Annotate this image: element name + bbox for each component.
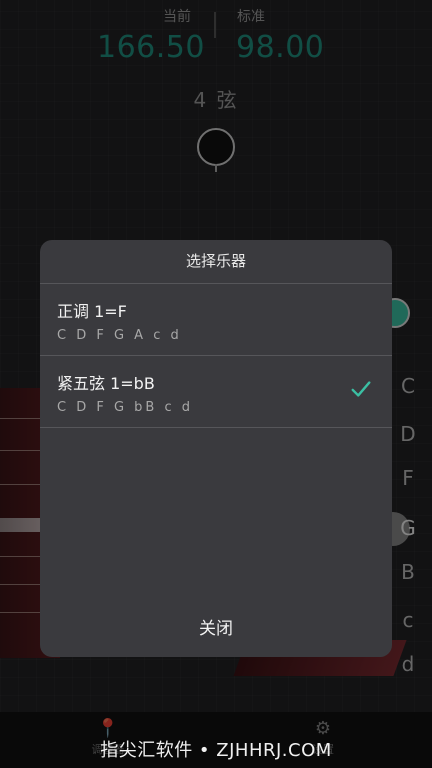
watermark: 指尖汇软件 • ZJHHRJ.COM — [100, 740, 332, 761]
instrument-option-selected[interactable]: 紧五弦 1=bB C D F G bB c d — [40, 356, 392, 428]
option-tuning: C D F G bB c d — [57, 400, 194, 415]
option-tuning: C D F G A c d — [57, 328, 182, 343]
checkmark-icon — [351, 381, 371, 397]
instrument-option[interactable]: 正调 1=F C D F G A c d — [40, 284, 392, 356]
dialog-title: 选择乐器 — [40, 240, 392, 284]
close-button[interactable]: 关闭 — [40, 601, 392, 657]
option-name: 正调 1=F — [57, 302, 127, 321]
option-name: 紧五弦 1=bB — [57, 374, 155, 393]
instrument-dialog: 选择乐器 正调 1=F C D F G A c d 紧五弦 1=bB C D F… — [40, 240, 392, 657]
